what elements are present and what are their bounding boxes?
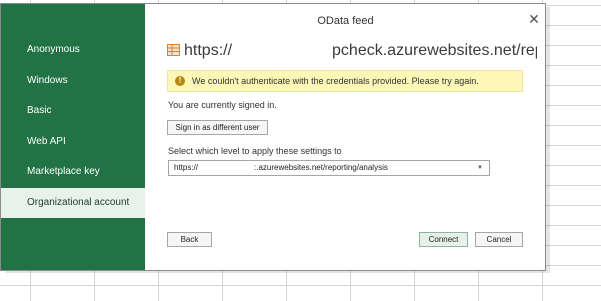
sidebar-item-web-api[interactable]: Web API xyxy=(1,127,145,157)
back-button[interactable]: Back xyxy=(167,232,212,247)
sidebar-item-organizational-account[interactable]: Organizational account xyxy=(1,188,145,218)
odata-feed-dialog: Anonymous Windows Basic Web API Marketpl… xyxy=(0,3,546,271)
warning-banner: ! We couldn't authenticate with the cred… xyxy=(167,70,523,92)
close-icon[interactable]: ✕ xyxy=(527,12,541,26)
connect-button[interactable]: Connect xyxy=(419,232,468,247)
sign-in-different-user-button[interactable]: Sign in as different user xyxy=(167,120,268,135)
sidebar-item-basic[interactable]: Basic xyxy=(1,96,145,126)
level-select[interactable]: https:// :.azurewebsites.net/reporting/an… xyxy=(168,160,490,176)
warning-text: We couldn't authenticate with the creden… xyxy=(192,76,479,86)
signin-status: You are currently signed in. xyxy=(168,100,277,110)
sidebar-item-anonymous[interactable]: Anonymous xyxy=(1,35,145,65)
sidebar-item-marketplace-key[interactable]: Marketplace key xyxy=(1,157,145,187)
auth-sidebar: Anonymous Windows Basic Web API Marketpl… xyxy=(1,4,145,270)
level-select-prefix: https:// xyxy=(174,163,199,172)
table-icon xyxy=(167,43,180,56)
dialog-title: OData feed xyxy=(317,15,374,27)
chevron-down-icon: ▼ xyxy=(477,165,483,171)
level-select-suffix: :.azurewebsites.net/reporting/analysis xyxy=(254,163,388,172)
warning-icon: ! xyxy=(175,76,185,86)
level-label: Select which level to apply these settin… xyxy=(168,146,342,156)
cancel-button[interactable]: Cancel xyxy=(475,232,523,247)
feed-url-title: https:// pcheck.azurewebsites.net/reporti… xyxy=(167,42,537,62)
sidebar-item-windows[interactable]: Windows xyxy=(1,66,145,96)
feed-url-suffix: pcheck.azurewebsites.net/reporting... xyxy=(332,42,537,59)
feed-url-prefix: https:// xyxy=(184,42,233,59)
